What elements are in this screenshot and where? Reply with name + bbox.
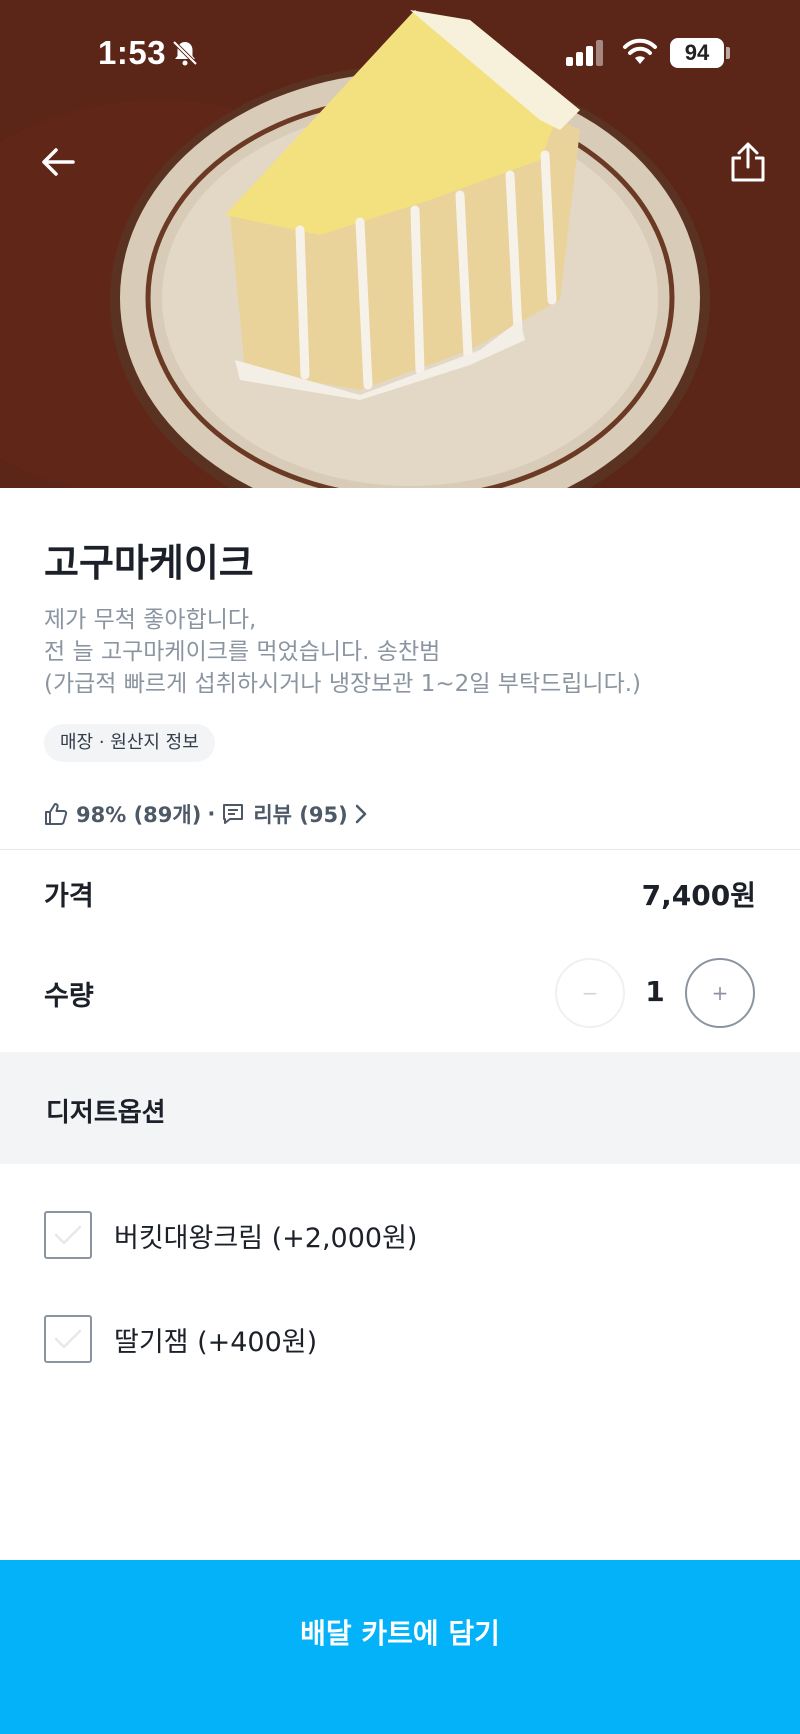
product-title: 고구마케이크	[44, 541, 254, 585]
back-button[interactable]	[30, 134, 86, 190]
signal-icon	[566, 40, 606, 70]
checkbox[interactable]	[44, 1211, 92, 1259]
like-percentage: 98% (89개)	[76, 803, 202, 827]
share-icon	[731, 142, 765, 182]
rating-row[interactable]: 98% (89개) · 리뷰 (95)	[44, 797, 376, 831]
quantity-increase-button[interactable]: +	[685, 958, 755, 1028]
price-value: 7,400원	[641, 879, 756, 912]
product-image: 1:53 94	[0, 0, 800, 488]
description-line: (가급적 빠르게 섭취하시거나 냉장보관 1~2일 부탁드립니다.)	[44, 671, 642, 697]
arrow-left-icon	[42, 148, 75, 176]
quantity-value: 1	[645, 975, 665, 1008]
check-icon	[54, 1329, 82, 1349]
description-line: 제가 무척 좋아합니다,	[44, 607, 257, 633]
rating-separator: ·	[207, 802, 216, 826]
product-description: 제가 무척 좋아합니다, 전 늘 고구마케이크를 먹었습니다. 송찬범 (가급적…	[44, 604, 641, 700]
wifi-icon	[622, 38, 658, 70]
add-to-cart-button[interactable]: 배달 카트에 담기	[0, 1560, 800, 1734]
plus-icon: +	[711, 981, 729, 1005]
quantity-label: 수량	[44, 981, 94, 1012]
option-strawberry-jam[interactable]: 딸기잼 (+400원)	[44, 1314, 317, 1364]
option-label: 딸기잼 (+400원)	[114, 1326, 318, 1358]
status-bar: 1:53 94	[0, 0, 800, 108]
options-title: 디저트옵션	[46, 1098, 166, 1128]
price-label: 가격	[44, 881, 94, 912]
battery-tip	[726, 47, 730, 59]
battery-icon: 94	[670, 38, 724, 68]
add-to-cart-label: 배달 카트에 담기	[300, 1617, 500, 1650]
check-icon	[54, 1225, 82, 1245]
checkbox[interactable]	[44, 1315, 92, 1363]
share-button[interactable]	[720, 134, 776, 190]
chevron-right-icon	[354, 803, 368, 825]
option-label: 버킷대왕크림 (+2,000원)	[114, 1222, 418, 1254]
origin-info-chip[interactable]: 매장 · 원산지 정보	[44, 724, 215, 762]
status-time: 1:53	[98, 34, 167, 71]
thumbs-up-icon	[44, 802, 68, 826]
minus-icon: −	[581, 981, 599, 1005]
review-count: 리뷰 (95)	[253, 803, 348, 827]
section-divider	[0, 849, 800, 850]
comment-icon	[221, 802, 245, 826]
quantity-decrease-button[interactable]: −	[555, 958, 625, 1028]
description-line: 전 늘 고구마케이크를 먹었습니다. 송찬범	[44, 639, 441, 665]
option-bucket-cream[interactable]: 버킷대왕크림 (+2,000원)	[44, 1210, 417, 1260]
bell-slash-icon	[170, 38, 200, 72]
